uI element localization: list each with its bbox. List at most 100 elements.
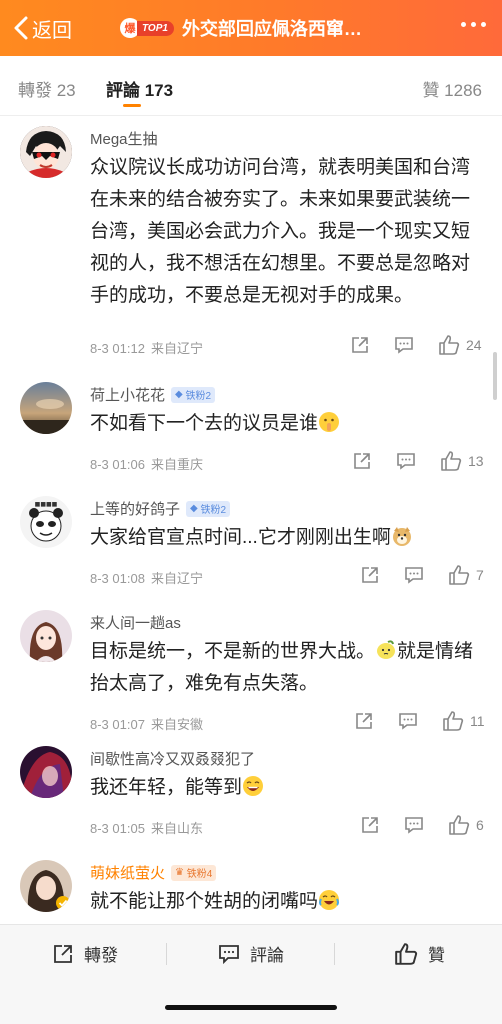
comment-username[interactable]: 来人间一趟as	[90, 612, 181, 633]
fan-level-badge: ◆ 铁粉2	[186, 500, 231, 517]
like-button[interactable]: 6	[448, 814, 484, 836]
comment-location: 来自山东	[150, 821, 203, 836]
tab-likes[interactable]: 贊 1286	[422, 76, 482, 101]
avatar-image: ■■■■	[20, 496, 72, 548]
like-count: 7	[476, 567, 484, 583]
comment-icon[interactable]	[394, 335, 414, 355]
title-area: 爆 TOP1 外交部回应佩洛西窜…	[120, 15, 362, 41]
repost-icon[interactable]	[350, 335, 370, 355]
active-tab-indicator	[123, 104, 141, 107]
comment-time: 8-3 01:12	[90, 341, 145, 356]
chevron-left-icon	[14, 16, 28, 40]
avatar[interactable]: ■■■■	[20, 496, 72, 548]
comment-icon[interactable]	[404, 565, 424, 585]
avatar[interactable]	[20, 610, 72, 662]
like-label: 贊	[428, 946, 445, 965]
dot-icon	[461, 22, 466, 27]
comment-text-content: 大家给官宣点时间...它才刚刚出生啊	[90, 527, 391, 548]
comment-text: 就不能让那个姓胡的闭嘴吗	[90, 886, 480, 918]
like-button[interactable]: 贊	[394, 941, 445, 966]
repost-icon	[54, 944, 72, 963]
like-count: 6	[476, 817, 484, 833]
comment-list: Mega生抽 众议院议长成功访问台湾，就表明美国和台湾在未来的结合被夯实了。未来…	[0, 116, 502, 924]
doge-emoji-icon	[392, 527, 411, 546]
fan-badge-label: 铁粉2	[185, 391, 212, 402]
page-title[interactable]: 外交部回应佩洛西窜…	[182, 15, 362, 41]
comment-meta: 8-3 01:05 来自山东	[90, 818, 203, 837]
comment-icon[interactable]	[404, 815, 424, 835]
like-button[interactable]: 11	[442, 710, 485, 732]
comment-meta: 8-3 01:07 来自安徽	[90, 714, 203, 733]
comment-meta: 8-3 01:06 来自重庆	[90, 454, 203, 473]
like-button[interactable]: 7	[448, 564, 484, 586]
comment-text: 大家给官宣点时间...它才刚刚出生啊	[90, 522, 480, 554]
tab-repost[interactable]: 轉發 23	[18, 76, 76, 101]
repost-icon[interactable]	[352, 451, 372, 471]
repost-icon[interactable]	[354, 711, 374, 731]
comment-icon	[219, 944, 239, 964]
tab-comments[interactable]: 評論 173	[106, 76, 173, 101]
back-button[interactable]: 返回	[12, 14, 72, 43]
username-text: 来人间一趟as	[90, 615, 181, 632]
scrollbar[interactable]	[493, 352, 497, 400]
thumbs-up-icon	[395, 942, 418, 965]
repost-icon[interactable]	[360, 565, 380, 585]
comment-location: 来自重庆	[150, 457, 203, 472]
fan-badge-label: 铁粉4	[186, 869, 213, 880]
repost-button[interactable]: 轉發	[52, 941, 118, 966]
thumbs-up-icon	[441, 451, 462, 471]
comment-username[interactable]: 上等的好鸽子 ◆ 铁粉2	[90, 498, 231, 519]
dot-icon	[481, 22, 486, 27]
comment-actions: 7	[360, 564, 484, 586]
avatar[interactable]	[20, 746, 72, 798]
fan-level-badge: ♛ 铁粉4	[171, 864, 217, 881]
comment-text: 我还年轻，能等到	[90, 772, 480, 804]
thumbs-up-icon	[449, 565, 470, 585]
top-nav-bar: 返回 爆 TOP1 外交部回应佩洛西窜…	[0, 0, 502, 56]
like-count: 13	[468, 453, 484, 469]
comment-label: 評論	[250, 946, 284, 965]
comment-username[interactable]: 荷上小花花 ◆ 铁粉2	[90, 384, 216, 405]
back-label: 返回	[32, 19, 72, 42]
fan-level-badge: ◆ 铁粉2	[171, 386, 216, 403]
comment-username[interactable]: 间歇性高冷又双叒叕犯了	[90, 748, 255, 769]
comment-location: 来自辽宁	[150, 571, 203, 586]
thumbs-up-icon	[439, 335, 460, 355]
comment-username[interactable]: 萌妹纸萤火 ♛ 铁粉4	[90, 862, 217, 883]
comment-time: 8-3 01:07	[90, 717, 145, 732]
more-options-button[interactable]	[461, 22, 486, 27]
comment-icon[interactable]	[398, 711, 418, 731]
comment-username[interactable]: Mega生抽	[90, 128, 158, 149]
comment-actions: 24	[350, 334, 482, 356]
thumbs-up-icon	[449, 815, 470, 835]
like-button[interactable]: 13	[440, 450, 484, 472]
username-text: 间歇性高冷又双叒叕犯了	[90, 751, 256, 768]
avatar-image	[20, 382, 72, 434]
divider	[334, 943, 335, 965]
repost-icon[interactable]	[360, 815, 380, 835]
avatar[interactable]	[20, 126, 72, 178]
laugh-cry-emoji-icon	[319, 890, 340, 910]
fan-badge-label: 铁粉2	[200, 505, 227, 516]
username-text: Mega生抽	[90, 131, 158, 148]
hot-rank-label: TOP1	[137, 20, 174, 36]
svg-text:■■■■: ■■■■	[35, 501, 58, 508]
home-indicator[interactable]	[165, 1005, 337, 1010]
username-text: 上等的好鸽子	[90, 501, 181, 518]
avatar[interactable]	[20, 382, 72, 434]
like-button[interactable]: 24	[438, 334, 482, 356]
laugh-emoji-icon	[243, 776, 264, 796]
avatar[interactable]	[20, 860, 72, 912]
avatar-image	[20, 126, 72, 178]
like-count: 11	[470, 713, 485, 729]
comment-location: 来自辽宁	[150, 341, 203, 356]
comment-text-content: 不如看下一个去的议员是谁	[90, 413, 319, 434]
thumbs-up-icon	[443, 711, 464, 731]
comment-text-content: 就不能让那个姓胡的闭嘴吗	[90, 891, 319, 912]
comment-text: 众议院议长成功访问台湾，就表明美国和台湾在未来的结合被夯实了。未来如果要武装统一…	[90, 157, 471, 306]
comment-button[interactable]: 評論	[218, 941, 284, 966]
avatar-image	[20, 860, 72, 912]
username-text: 萌妹纸萤火	[90, 865, 166, 882]
comment-time: 8-3 01:05	[90, 821, 145, 836]
comment-icon[interactable]	[396, 451, 416, 471]
